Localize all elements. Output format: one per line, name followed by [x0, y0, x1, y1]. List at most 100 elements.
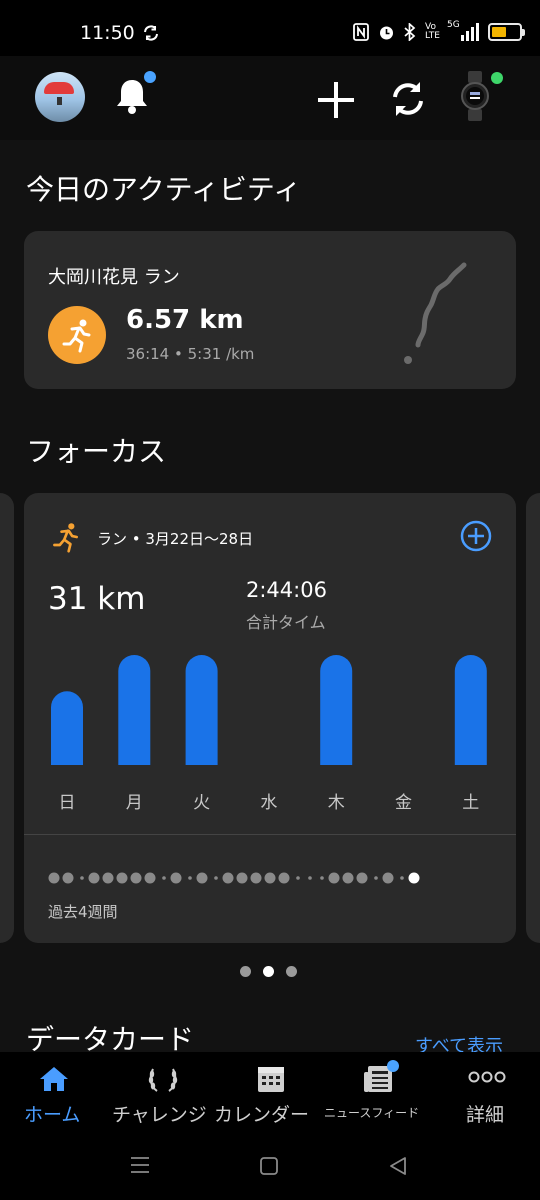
today-section-title: 今日のアクティビティ: [26, 173, 302, 206]
bar-火: [185, 655, 218, 765]
nav-item-challenges[interactable]: チャレンジ: [108, 1052, 218, 1132]
more-icon: [468, 1071, 506, 1083]
history-dot: [356, 872, 368, 884]
add-circle-icon[interactable]: [460, 520, 492, 556]
nav-item-more[interactable]: 詳細: [432, 1052, 540, 1132]
focus-total-time: 2:44:06: [246, 578, 327, 602]
history-dot: [170, 872, 182, 884]
weekday-label: 日: [58, 793, 76, 813]
status-bar: 11:50 Vo LTE 5G: [0, 0, 540, 56]
history-dot: [162, 876, 166, 880]
history-dot: [62, 872, 74, 884]
history-dot: [116, 872, 128, 884]
history-dots: [48, 872, 420, 884]
nav-label: ホーム: [24, 1104, 81, 1126]
nav-label: チャレンジ: [112, 1104, 207, 1126]
history-dot: [296, 876, 300, 880]
history-dot: [342, 872, 354, 884]
history-dot: [320, 876, 324, 880]
focus-header: ラン • 3月22日〜28日: [97, 530, 254, 548]
device-connected-badge: [491, 72, 503, 84]
prev-card-peek[interactable]: [0, 493, 14, 943]
history-dot: [236, 872, 248, 884]
card-divider: [24, 834, 516, 835]
sync-icon[interactable]: [387, 78, 429, 124]
focus-total-distance: 31 km: [48, 581, 146, 617]
history-dot: [222, 872, 234, 884]
weekday-label: 土: [462, 793, 480, 813]
back-icon[interactable]: [388, 1156, 408, 1176]
past-weeks-label: 過去4週間: [48, 903, 118, 921]
watch-device-icon[interactable]: [460, 71, 490, 125]
sync-status-icon: [142, 24, 160, 46]
weekday-label: 水: [260, 793, 278, 813]
history-dot: [278, 872, 290, 884]
running-icon: [48, 306, 106, 364]
nav-label: ニュースフィード: [324, 1106, 420, 1120]
focus-total-time-label: 合計タイム: [246, 613, 326, 632]
system-navigation-bar: [0, 1132, 540, 1200]
history-dot-current: [408, 872, 420, 884]
status-indicators: Vo LTE 5G: [353, 20, 525, 44]
nav-item-calendar[interactable]: カレンダー: [214, 1052, 324, 1132]
focus-pager[interactable]: [240, 966, 297, 977]
weekday-label: 月: [125, 793, 143, 813]
status-time: 11:50: [80, 22, 135, 44]
nav-label: 詳細: [466, 1104, 505, 1126]
weekday-label: 火: [193, 793, 211, 813]
volte-icon: Vo LTE: [425, 22, 440, 41]
network-type: 5G: [447, 20, 460, 30]
history-dot: [102, 872, 114, 884]
history-dot: [374, 876, 378, 880]
bluetooth-icon: [404, 23, 416, 41]
activity-name: 大岡川花見 ラン: [48, 267, 180, 288]
signal-icon: 5G: [447, 20, 479, 41]
history-dot: [48, 872, 60, 884]
history-dot: [80, 876, 84, 880]
focus-card[interactable]: ラン • 3月22日〜28日 31 km 2:44:06 合計タイム 日 月 火 水 木…: [24, 493, 516, 943]
bottom-navigation: ホーム チャレンジ カレンダー ニュースフィード 詳細: [0, 1052, 540, 1132]
weekday-label: 金: [395, 793, 412, 813]
top-app-bar: [0, 56, 540, 140]
history-dot: [214, 876, 218, 880]
alarm-icon: [380, 26, 394, 39]
profile-avatar[interactable]: [35, 72, 85, 122]
running-icon: [50, 521, 82, 557]
pager-dot[interactable]: [263, 966, 274, 977]
focus-section-title: フォーカス: [26, 435, 167, 468]
history-dot: [188, 876, 192, 880]
notification-badge: [144, 71, 156, 83]
home-icon: [40, 1067, 68, 1091]
add-icon[interactable]: [316, 80, 356, 124]
nav-label: カレンダー: [214, 1104, 310, 1126]
nfc-icon: [353, 23, 369, 41]
history-dot: [382, 872, 394, 884]
laurel-icon: [148, 1068, 178, 1092]
history-dot: [250, 872, 262, 884]
nav-item-newsfeed[interactable]: ニュースフィード: [324, 1052, 432, 1132]
recent-apps-icon[interactable]: [130, 1156, 150, 1174]
activity-stats: 36:14 • 5:31 /km: [126, 345, 255, 363]
home-system-icon[interactable]: [259, 1156, 279, 1176]
pager-dot[interactable]: [286, 966, 297, 977]
nav-item-home[interactable]: ホーム: [0, 1052, 108, 1132]
activity-distance: 6.57 km: [126, 305, 244, 335]
history-dot: [400, 876, 404, 880]
history-dot: [264, 872, 276, 884]
weekly-bar-chart: [51, 655, 487, 765]
history-dot: [196, 872, 208, 884]
bar-月: [118, 655, 151, 765]
newsfeed-badge: [387, 1060, 399, 1072]
history-dot: [88, 872, 100, 884]
bar-木: [320, 655, 353, 765]
pager-dot[interactable]: [240, 966, 251, 977]
history-dot: [144, 872, 156, 884]
history-dot: [328, 872, 340, 884]
activity-card[interactable]: 大岡川花見 ラン 6.57 km 36:14 • 5:31 /km: [24, 231, 516, 389]
history-dot: [130, 872, 142, 884]
history-dot: [308, 876, 312, 880]
next-card-peek[interactable]: [526, 493, 540, 943]
weekday-label: 木: [327, 793, 345, 813]
weekday-labels: 日月火水木金土: [24, 788, 516, 813]
bar-土: [454, 655, 487, 765]
